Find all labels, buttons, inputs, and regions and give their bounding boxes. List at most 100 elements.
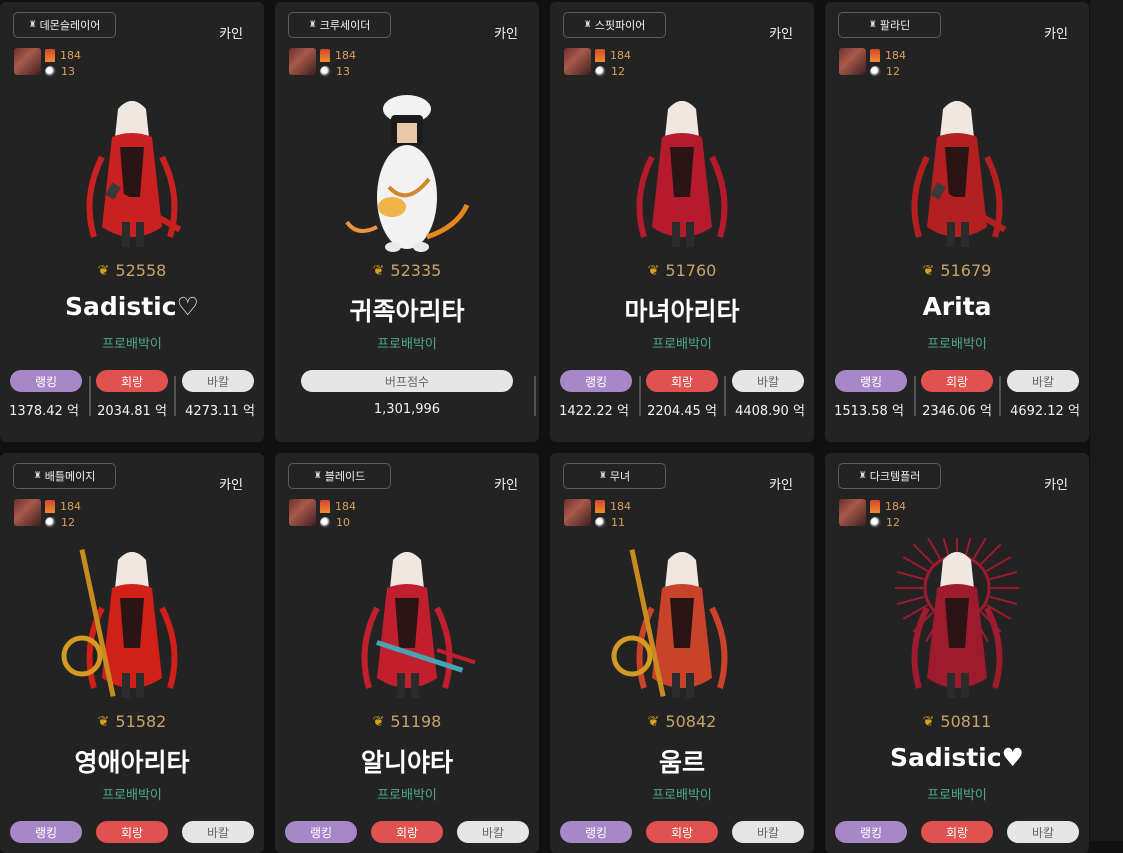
crit-value: 2204.45 억 — [647, 404, 717, 419]
crit-button[interactable]: 회랑 — [646, 821, 718, 843]
pet-icon — [320, 65, 331, 77]
pet-icon — [870, 516, 881, 528]
pet-icon — [45, 65, 56, 77]
character-name[interactable]: Sadistic♡ — [0, 292, 264, 321]
ranking-button[interactable]: 랭킹 — [835, 370, 907, 392]
bakal-button[interactable]: 바칼 — [732, 370, 804, 392]
job-label: 배틀메이지 — [44, 470, 96, 483]
pet-icon — [595, 516, 606, 528]
character-card[interactable]: ♜ 크루세이더 카인 184 13 ❦ 52335 귀족아리타 프로배박이 버프… — [275, 2, 539, 442]
ranking-button[interactable]: 랭킹 — [285, 821, 357, 843]
job-icon: ♜ — [28, 20, 37, 30]
badge-row: 184 13 — [289, 48, 356, 78]
level-value: 184 — [610, 48, 631, 62]
adventure-name: 프로배박이 — [652, 788, 712, 803]
pet-value: 13 — [336, 64, 350, 78]
character-card[interactable]: ♜ 다크템플러 카인 184 12 ❦ 50811 Sadistic♥ 프로배박… — [825, 453, 1089, 853]
pet-value: 12 — [611, 64, 625, 78]
crit-button[interactable]: 회랑 — [96, 370, 168, 392]
buff-score-button[interactable]: 버프점수 — [301, 370, 513, 392]
fame-icon: ❦ — [372, 713, 385, 730]
job-tag: ♜ 크루세이더 — [288, 12, 391, 38]
crit-button[interactable]: 회랑 — [371, 821, 443, 843]
server-label: 카인 — [1044, 478, 1068, 493]
job-tag: ♜ 팔라딘 — [838, 12, 941, 38]
crit-button[interactable]: 회랑 — [921, 370, 993, 392]
character-name[interactable]: 움르 — [550, 743, 814, 779]
job-label: 팔라딘 — [879, 19, 911, 32]
job-icon: ♜ — [583, 20, 592, 30]
job-tag: ♜ 스핏파이어 — [563, 12, 666, 38]
bakal-value: 4408.90 억 — [735, 404, 805, 419]
character-sprite — [825, 538, 1089, 708]
level-value: 184 — [885, 48, 906, 62]
character-sprite — [550, 87, 814, 257]
job-icon: ♜ — [33, 471, 42, 481]
ranking-button[interactable]: 랭킹 — [835, 821, 907, 843]
fame-value: 51679 — [940, 261, 992, 280]
badge-row: 184 12 — [564, 48, 631, 78]
fame-icon: ❦ — [647, 262, 660, 279]
fame-icon: ❦ — [97, 713, 110, 730]
character-card[interactable]: ♜ 배틀메이지 카인 184 12 ❦ 51582 영애아리타 프로배박이 랭킹… — [0, 453, 264, 853]
character-card[interactable]: ♜ 팔라딘 카인 184 12 ❦ 51679 Arita 프로배박이 랭킹 회… — [825, 2, 1089, 442]
job-label: 크루세이더 — [319, 19, 371, 32]
bakal-button[interactable]: 바칼 — [457, 821, 529, 843]
badge-row: 184 13 — [14, 48, 81, 78]
bakal-button[interactable]: 바칼 — [182, 821, 254, 843]
avatar — [289, 499, 316, 526]
adventure-name: 프로배박이 — [377, 337, 437, 352]
bakal-button[interactable]: 바칼 — [1007, 370, 1079, 392]
avatar — [14, 48, 41, 75]
character-name[interactable]: 귀족아리타 — [275, 292, 539, 328]
pet-icon — [45, 516, 56, 528]
badge-row: 184 12 — [839, 499, 906, 529]
character-name[interactable]: 알니야타 — [275, 743, 539, 779]
character-name[interactable]: Arita — [825, 292, 1089, 321]
medal-icon — [595, 48, 605, 62]
job-tag: ♜ 블레이드 — [288, 463, 391, 489]
fame-icon: ❦ — [97, 262, 110, 279]
adventure-name: 프로배박이 — [927, 337, 987, 352]
badge-row: 184 11 — [564, 499, 631, 529]
fame: ❦ 52335 — [275, 261, 539, 280]
fame: ❦ 51760 — [550, 261, 814, 280]
fame-value: 52558 — [115, 261, 167, 280]
adventure-name: 프로배박이 — [652, 337, 712, 352]
character-card[interactable]: ♜ 블레이드 카인 184 10 ❦ 51198 알니야타 프로배박이 랭킹 회… — [275, 453, 539, 853]
job-icon: ♜ — [313, 471, 322, 481]
bakal-button[interactable]: 바칼 — [732, 821, 804, 843]
crit-button[interactable]: 회랑 — [646, 370, 718, 392]
pet-value: 12 — [61, 515, 75, 529]
character-card[interactable]: ♜ 무녀 카인 184 11 ❦ 50842 움르 프로배박이 랭킹 회랑 바칼 — [550, 453, 814, 853]
character-card[interactable]: ♜ 데몬슬레이어 카인 184 13 ❦ 52558 Sadistic♡ 프로배… — [0, 2, 264, 442]
character-name[interactable]: 마녀아리타 — [550, 292, 814, 328]
crit-button[interactable]: 회랑 — [96, 821, 168, 843]
pet-icon — [595, 65, 606, 77]
medal-icon — [45, 48, 55, 62]
character-name[interactable]: Sadistic♥ — [825, 743, 1089, 772]
bakal-button[interactable]: 바칼 — [1007, 821, 1079, 843]
character-sprite — [0, 87, 264, 257]
page-scrollbar-area[interactable] — [1090, 0, 1123, 841]
job-icon: ♜ — [858, 471, 867, 481]
pet-value: 10 — [336, 515, 350, 529]
fame-icon: ❦ — [922, 713, 935, 730]
character-name[interactable]: 영애아리타 — [0, 743, 264, 779]
job-tag: ♜ 배틀메이지 — [13, 463, 116, 489]
server-label: 카인 — [1044, 27, 1068, 42]
server-label: 카인 — [219, 478, 243, 493]
ranking-value: 1513.58 억 — [834, 404, 904, 419]
avatar — [289, 48, 316, 75]
crit-button[interactable]: 회랑 — [921, 821, 993, 843]
ranking-button[interactable]: 랭킹 — [560, 370, 632, 392]
bakal-button[interactable]: 바칼 — [182, 370, 254, 392]
ranking-button[interactable]: 랭킹 — [10, 821, 82, 843]
level-value: 184 — [60, 48, 81, 62]
character-card[interactable]: ♜ 스핏파이어 카인 184 12 ❦ 51760 마녀아리타 프로배박이 랭킹… — [550, 2, 814, 442]
job-label: 스핏파이어 — [594, 19, 646, 32]
badge-row: 184 10 — [289, 499, 356, 529]
ranking-button[interactable]: 랭킹 — [560, 821, 632, 843]
ranking-value: 1422.22 억 — [559, 404, 629, 419]
ranking-button[interactable]: 랭킹 — [10, 370, 82, 392]
